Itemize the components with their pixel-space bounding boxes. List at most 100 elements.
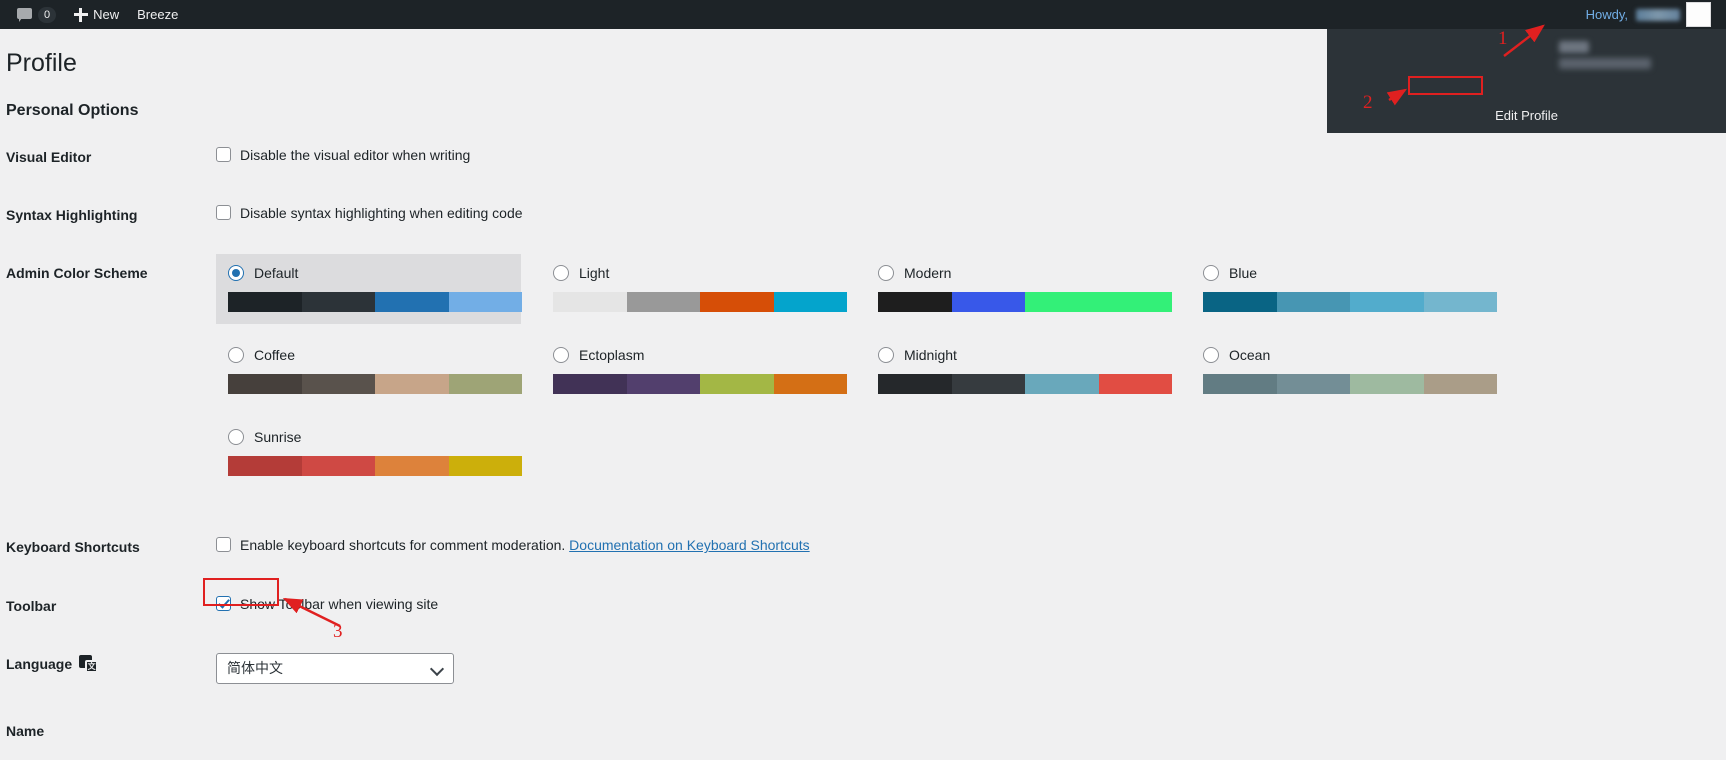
comment-bubble-icon bbox=[17, 8, 33, 21]
swatch-3 bbox=[1424, 374, 1498, 394]
color-scheme-label: Light bbox=[579, 264, 609, 282]
color-scheme-label: Blue bbox=[1229, 264, 1257, 282]
color-scheme-label: Coffee bbox=[254, 346, 295, 364]
color-scheme-header: Sunrise bbox=[228, 428, 509, 446]
color-scheme-swatches bbox=[878, 292, 1172, 312]
admin-bar-breeze[interactable]: Breeze bbox=[128, 0, 187, 29]
admin-bar-comments[interactable]: 0 bbox=[8, 0, 65, 29]
menu-item-log-out[interactable]: Log Out bbox=[1327, 135, 1726, 150]
color-scheme-header: Light bbox=[553, 264, 834, 282]
swatch-0 bbox=[1203, 374, 1277, 394]
color-scheme-label: Ocean bbox=[1229, 346, 1270, 364]
swatch-0 bbox=[553, 374, 627, 394]
admin-bar-new-button[interactable]: New bbox=[65, 0, 128, 29]
row-admin-color-scheme: Admin Color Scheme Default Light Modern Blu… bbox=[0, 244, 1726, 519]
row-language: Language 文 简体中文 bbox=[0, 635, 1726, 702]
color-scheme-radio-ocean[interactable] bbox=[1203, 347, 1219, 363]
admin-bar-right-group: Howdy, bbox=[1577, 0, 1726, 29]
toolbar-checkbox[interactable] bbox=[216, 596, 231, 611]
swatch-3 bbox=[1099, 374, 1173, 394]
label-visual-editor: Visual Editor bbox=[0, 128, 216, 186]
swatch-3 bbox=[449, 374, 523, 394]
comment-count: 0 bbox=[38, 7, 56, 23]
swatch-1 bbox=[1277, 292, 1351, 312]
color-scheme-header: Midnight bbox=[878, 346, 1159, 364]
color-scheme-radio-ectoplasm[interactable] bbox=[553, 347, 569, 363]
row-keyboard-shortcuts: Keyboard Shortcuts Enable keyboard short… bbox=[0, 518, 1726, 576]
syntax-highlighting-checkbox[interactable] bbox=[216, 205, 231, 220]
language-selected-value: 简体中文 bbox=[227, 659, 283, 677]
color-scheme-swatches bbox=[228, 374, 522, 394]
color-scheme-radio-sunrise[interactable] bbox=[228, 429, 244, 445]
swatch-0 bbox=[553, 292, 627, 312]
swatch-2 bbox=[375, 292, 449, 312]
visual-editor-checkbox-label: Disable the visual editor when writing bbox=[240, 146, 470, 164]
color-scheme-option-blue[interactable]: Blue bbox=[1191, 254, 1496, 324]
keyboard-shortcuts-doc-link[interactable]: Documentation on Keyboard Shortcuts bbox=[569, 537, 809, 553]
menu-item-edit-profile[interactable]: Edit Profile bbox=[1327, 107, 1726, 124]
admin-bar: 0 New Breeze Howdy, bbox=[0, 0, 1726, 29]
color-scheme-radio-midnight[interactable] bbox=[878, 347, 894, 363]
keyboard-shortcuts-checkbox[interactable] bbox=[216, 537, 231, 552]
swatch-0 bbox=[228, 374, 302, 394]
label-keyboard-shortcuts: Keyboard Shortcuts bbox=[0, 518, 216, 576]
language-select[interactable]: 简体中文 bbox=[216, 653, 454, 684]
admin-bar-left-group: 0 New Breeze bbox=[0, 0, 187, 29]
color-scheme-label: Modern bbox=[904, 264, 951, 282]
admin-bar-breeze-label: Breeze bbox=[137, 7, 178, 22]
swatch-3 bbox=[774, 292, 848, 312]
howdy-label: Howdy, bbox=[1586, 7, 1632, 22]
color-scheme-swatches bbox=[228, 292, 522, 312]
color-scheme-radio-light[interactable] bbox=[553, 265, 569, 281]
swatch-2 bbox=[700, 374, 774, 394]
color-scheme-radio-default[interactable] bbox=[228, 265, 244, 281]
admin-bar-my-account[interactable]: Howdy, bbox=[1577, 0, 1720, 29]
keyboard-shortcuts-checkbox-label: Enable keyboard shortcuts for comment mo… bbox=[240, 537, 565, 553]
color-scheme-radio-blue[interactable] bbox=[1203, 265, 1219, 281]
swatch-1 bbox=[302, 374, 376, 394]
color-scheme-options: Default Light Modern Blue Coffee Ectoplasm Mid… bbox=[216, 254, 1516, 501]
color-scheme-swatches bbox=[1203, 292, 1497, 312]
personal-options-table: Visual Editor Disable the visual editor … bbox=[0, 128, 1726, 760]
account-username-redacted bbox=[1559, 58, 1651, 69]
color-scheme-option-ectoplasm[interactable]: Ectoplasm bbox=[541, 336, 846, 406]
swatch-1 bbox=[302, 456, 376, 476]
color-scheme-header: Default bbox=[228, 264, 509, 282]
color-scheme-option-light[interactable]: Light bbox=[541, 254, 846, 324]
account-display-name-redacted bbox=[1559, 41, 1589, 53]
row-name: Name bbox=[0, 702, 1726, 760]
color-scheme-option-ocean[interactable]: Ocean bbox=[1191, 336, 1496, 406]
toolbar-checkbox-label: Show Toolbar when viewing site bbox=[240, 595, 438, 613]
swatch-2 bbox=[1025, 374, 1099, 394]
admin-bar-new-label: New bbox=[93, 7, 119, 22]
color-scheme-swatches bbox=[878, 374, 1172, 394]
color-scheme-option-modern[interactable]: Modern bbox=[866, 254, 1171, 324]
swatch-0 bbox=[228, 292, 302, 312]
row-syntax-highlighting: Syntax Highlighting Disable syntax highl… bbox=[0, 186, 1726, 244]
color-scheme-option-coffee[interactable]: Coffee bbox=[216, 336, 521, 406]
row-toolbar: Toolbar Show Toolbar when viewing site bbox=[0, 577, 1726, 635]
visual-editor-checkbox[interactable] bbox=[216, 147, 231, 162]
color-scheme-header: Ectoplasm bbox=[553, 346, 834, 364]
color-scheme-radio-modern[interactable] bbox=[878, 265, 894, 281]
log-out-label: Log Out bbox=[1503, 135, 1549, 150]
color-scheme-radio-coffee[interactable] bbox=[228, 347, 244, 363]
swatch-2 bbox=[1350, 374, 1424, 394]
swatch-3 bbox=[449, 456, 523, 476]
swatch-1 bbox=[952, 292, 1026, 312]
color-scheme-label: Midnight bbox=[904, 346, 957, 364]
color-scheme-option-midnight[interactable]: Midnight bbox=[866, 336, 1171, 406]
label-admin-color-scheme: Admin Color Scheme bbox=[0, 244, 216, 519]
swatch-2 bbox=[700, 292, 774, 312]
color-scheme-option-default[interactable]: Default bbox=[216, 254, 521, 324]
swatch-3 bbox=[774, 374, 848, 394]
color-scheme-swatches bbox=[553, 374, 847, 394]
plus-icon bbox=[74, 8, 88, 22]
avatar[interactable] bbox=[1686, 2, 1711, 27]
color-scheme-swatches bbox=[1203, 374, 1497, 394]
color-scheme-option-sunrise[interactable]: Sunrise bbox=[216, 418, 521, 488]
swatch-0 bbox=[878, 374, 952, 394]
label-name: Name bbox=[0, 702, 216, 760]
edit-profile-label: Edit Profile bbox=[1489, 107, 1564, 124]
syntax-highlighting-checkbox-label: Disable syntax highlighting when editing… bbox=[240, 204, 523, 222]
